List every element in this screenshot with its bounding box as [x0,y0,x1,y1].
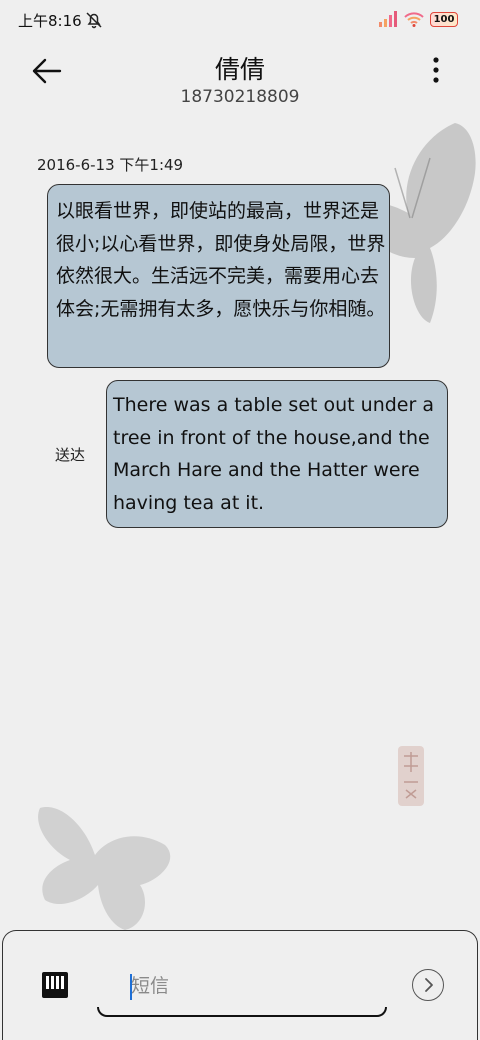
message-timestamp: 2016-6-13 下午1:49 [37,156,184,174]
message-text: There was a table set out under a tree i… [113,394,434,514]
status-indicators: 100 [378,11,458,27]
text-caret [130,974,132,1000]
chevron-right-circle-icon [425,978,433,992]
seal-decoration-icon [398,746,424,806]
message-input[interactable] [97,961,387,1011]
butterfly-decoration-icon [38,807,171,930]
delivery-status: 送达 [55,446,86,464]
contact-name: 倩倩 [214,55,265,84]
signal-icon [379,11,397,27]
conversation-header: 倩倩 18730218809 [0,40,480,120]
keyboard-icon[interactable] [41,971,69,999]
message-text: 以眼看世界，即使站的最高，世界还是很小;以心看世界，即使身处局限，世界依然很大。… [56,200,386,320]
status-bar: 上午8:16 100 [0,0,480,40]
more-vertical-icon[interactable] [430,56,442,86]
sent-message-bubble[interactable]: There was a table set out under a tree i… [106,380,448,528]
status-time: 上午8:16 [18,12,82,30]
messaging-screen: 上午8:16 100 倩倩 18730218809 2016-6-13 下午1:… [0,0,480,1040]
contact-number: 18730218809 [180,87,300,107]
bell-off-icon [86,12,102,29]
send-button[interactable] [412,969,444,1001]
composer-panel [2,930,478,1040]
battery-indicator: 100 [430,11,458,27]
input-underline [97,1007,387,1017]
wifi-icon [404,12,424,27]
received-message-bubble[interactable]: 以眼看世界，即使站的最高，世界还是很小;以心看世界，即使身处局限，世界依然很大。… [47,184,390,368]
